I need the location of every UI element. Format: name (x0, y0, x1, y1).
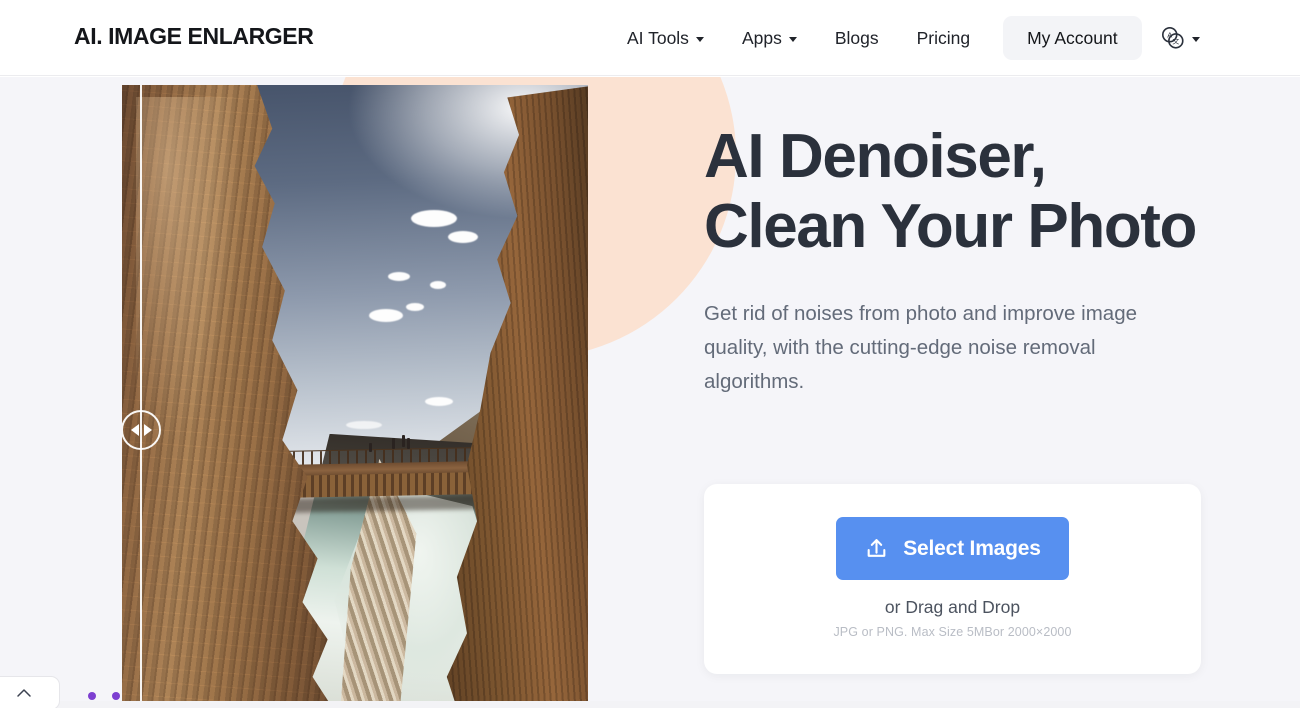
nav-item-apps[interactable]: Apps (723, 14, 816, 62)
hero-section: AI Denoiser, Clean Your Photo Get rid of… (0, 77, 1300, 708)
drag-and-drop-text: or Drag and Drop (884, 597, 1021, 617)
bottom-strip (0, 701, 1300, 708)
upload-icon (867, 539, 886, 557)
chevron-down-icon (788, 37, 797, 42)
person-figure (392, 437, 396, 449)
cloud (410, 209, 457, 227)
hero-subtitle: Get rid of noises from photo and improve… (704, 302, 1137, 394)
scroll-to-top-button[interactable] (0, 676, 60, 708)
comparison-slider-handle[interactable] (122, 410, 161, 450)
cloud (429, 281, 446, 290)
chevron-up-icon (17, 689, 31, 697)
select-images-button[interactable]: Select Images (836, 517, 1069, 580)
my-account-label: My Account (1027, 27, 1118, 48)
hero-copy-column: AI Denoiser, Clean Your Photo Get rid of… (704, 122, 1224, 674)
language-translate-icon: A 文 (1161, 27, 1184, 49)
carousel-dots[interactable] (88, 692, 120, 700)
person-figure (407, 437, 411, 449)
arrow-right-icon (143, 424, 152, 436)
person-figure (401, 435, 405, 448)
nav-label: AI Tools (627, 28, 689, 48)
nav-label: Pricing (916, 28, 971, 48)
cloud (387, 271, 410, 281)
site-header: AI. IMAGE ENLARGER AI Tools Apps Blogs P… (0, 0, 1300, 76)
comparison-divider-line (140, 85, 142, 708)
chevron-down-icon (1191, 37, 1200, 42)
language-selector[interactable]: A 文 (1160, 25, 1200, 51)
image-comparison-viewer[interactable] (122, 85, 588, 708)
my-account-button[interactable]: My Account (1003, 16, 1142, 60)
upload-constraints-text: JPG or PNG. Max Size 5MBor 2000×2000 (833, 625, 1072, 639)
person-figure (368, 442, 372, 452)
nav-item-pricing[interactable]: Pricing (898, 14, 990, 62)
nav-item-blogs[interactable]: Blogs (816, 14, 898, 62)
page-title: AI Denoiser, Clean Your Photo (704, 122, 1197, 262)
left-cliff-highlight (136, 97, 242, 447)
upload-card[interactable]: Select Images or Drag and Drop JPG or PN… (704, 484, 1201, 674)
page-root: AI. IMAGE ENLARGER AI Tools Apps Blogs P… (0, 0, 1300, 708)
brand-logo[interactable]: AI. IMAGE ENLARGER (74, 23, 314, 50)
main-navigation: AI Tools Apps Blogs Pricing My Account A… (608, 0, 1200, 76)
chevron-down-icon (695, 37, 704, 42)
select-images-label: Select Images (903, 536, 1041, 560)
canyon-cliff-walkway-photo (122, 85, 588, 708)
cloud (424, 396, 453, 406)
arrow-left-icon (130, 424, 139, 436)
carousel-dot[interactable] (112, 692, 120, 700)
nav-item-ai-tools[interactable]: AI Tools (608, 14, 723, 62)
svg-text:文: 文 (1172, 37, 1179, 46)
nav-label: Apps (741, 28, 782, 48)
carousel-dot[interactable] (88, 692, 96, 700)
nav-label: Blogs (834, 28, 879, 48)
